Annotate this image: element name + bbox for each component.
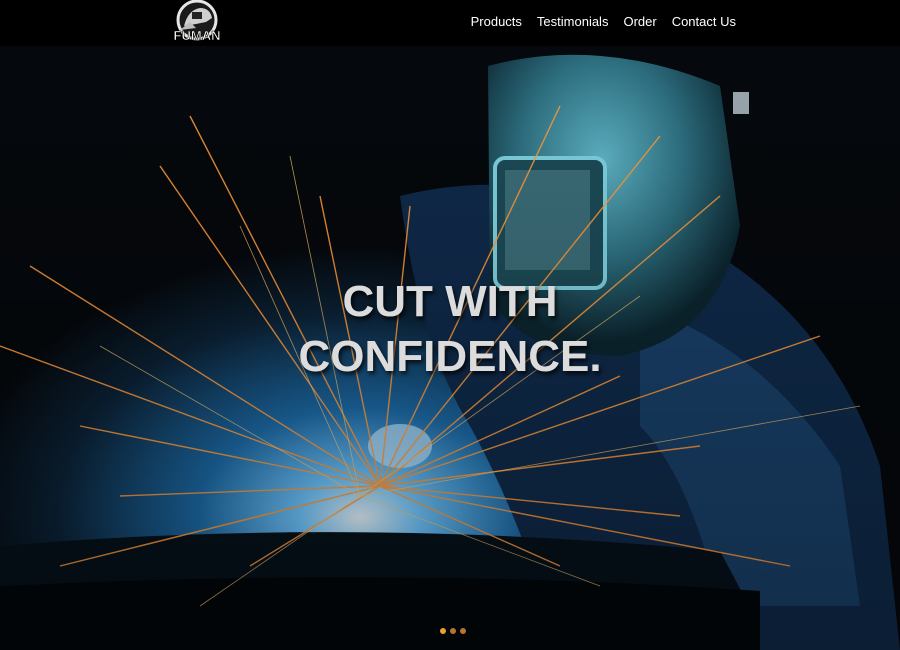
nav-order[interactable]: Order <box>623 14 656 29</box>
hero-banner: CUT WITH CONFIDENCE. <box>0 46 900 650</box>
nav-contact-us[interactable]: Contact Us <box>672 14 736 29</box>
carousel-dot-1[interactable] <box>440 628 446 634</box>
fuman-logo[interactable]: FUMAN <box>166 0 228 46</box>
hero-headline-line-1: CUT WITH <box>342 277 558 326</box>
carousel-dot-2[interactable] <box>450 628 456 634</box>
nav-testimonials[interactable]: Testimonials <box>537 14 609 29</box>
main-nav: Products Testimonials Order Contact Us <box>471 14 736 29</box>
carousel-dot-3[interactable] <box>460 628 466 634</box>
navbar: FUMAN Products Testimonials Order Contac… <box>0 0 900 46</box>
carousel-indicators <box>440 628 466 634</box>
nav-products[interactable]: Products <box>471 14 522 29</box>
logo-wordmark: FUMAN <box>174 28 221 43</box>
hero-headline-line-2: CONFIDENCE. <box>298 332 602 381</box>
hero-headline: CUT WITH CONFIDENCE. <box>0 274 900 384</box>
